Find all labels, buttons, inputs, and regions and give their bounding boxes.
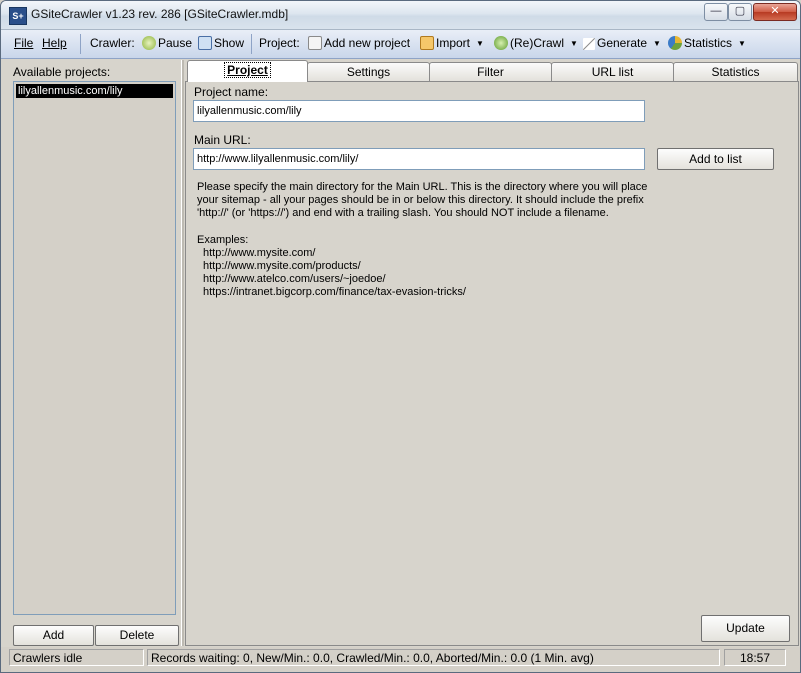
tab-project-label: Project xyxy=(224,62,271,78)
main-url-label: Main URL: xyxy=(194,133,251,147)
example-url: https://intranet.bigcorp.com/finance/tax… xyxy=(203,286,466,298)
examples-label: Examples: xyxy=(197,234,249,246)
toolbar-separator xyxy=(80,34,81,54)
add-new-project-button[interactable]: Add new project xyxy=(308,36,410,50)
example-url: http://www.mysite.com/ xyxy=(203,247,316,259)
generate-icon xyxy=(583,38,595,50)
show-button[interactable]: Show xyxy=(198,36,244,50)
available-projects-label: Available projects: xyxy=(13,65,111,79)
help-text: Please specify the main directory for th… xyxy=(197,181,661,220)
list-item[interactable]: lilyallenmusic.com/lily xyxy=(16,84,173,98)
project-name-label: Project name: xyxy=(194,85,269,99)
records-status: Records waiting: 0, New/Min.: 0.0, Crawl… xyxy=(147,649,720,666)
pie-chart-icon xyxy=(668,36,682,50)
examples-block: Examples: http://www.mysite.com/ http://… xyxy=(197,234,466,299)
tab-url-list[interactable]: URL list xyxy=(551,62,674,81)
crawler-label: Crawler: xyxy=(90,36,135,50)
tab-settings[interactable]: Settings xyxy=(307,62,430,81)
recrawl-label: (Re)Crawl xyxy=(510,36,564,50)
generate-button[interactable]: Generate ▼ xyxy=(583,36,661,50)
window-title: GSiteCrawler v1.23 rev. 286 [GSiteCrawle… xyxy=(31,7,289,21)
clock: 18:57 xyxy=(724,649,786,666)
project-label: Project: xyxy=(259,36,300,50)
add-to-list-button[interactable]: Add to list xyxy=(657,148,774,170)
pause-icon xyxy=(142,36,156,50)
crawl-icon xyxy=(494,36,508,50)
statistics-label: Statistics xyxy=(684,36,733,50)
chevron-down-icon[interactable]: ▼ xyxy=(476,39,484,48)
menu-help[interactable]: Help xyxy=(42,36,67,50)
chevron-down-icon[interactable]: ▼ xyxy=(570,39,578,48)
show-label: Show xyxy=(214,36,245,50)
crawler-status: Crawlers idle xyxy=(9,649,144,666)
status-bar: Crawlers idle Records waiting: 0, New/Mi… xyxy=(1,647,800,672)
tab-filter[interactable]: Filter xyxy=(429,62,552,81)
help-paragraph: Please specify the main directory for th… xyxy=(197,181,648,219)
menu-file-label: File xyxy=(14,36,34,50)
pause-label: Pause xyxy=(158,36,193,50)
minimize-button[interactable]: — xyxy=(704,3,728,21)
project-name-field[interactable]: lilyallenmusic.com/lily xyxy=(193,100,645,122)
chevron-down-icon[interactable]: ▼ xyxy=(653,39,661,48)
app-window: S+ GSiteCrawler v1.23 rev. 286 [GSiteCra… xyxy=(0,0,801,673)
project-list[interactable]: lilyallenmusic.com/lily xyxy=(13,81,176,615)
tab-project[interactable]: Project xyxy=(187,60,308,82)
main-url-field[interactable]: http://www.lilyallenmusic.com/lily/ xyxy=(193,148,645,170)
menu-file[interactable]: File xyxy=(14,36,33,50)
close-button[interactable]: ✕ xyxy=(753,3,797,21)
magnifier-icon xyxy=(198,36,212,50)
example-url: http://www.atelco.com/users/~joedoe/ xyxy=(203,273,386,285)
menu-toolbar: File Help Crawler: Pause Show Project: A… xyxy=(1,30,800,59)
add-project-button[interactable]: Add xyxy=(13,625,94,646)
panel-splitter[interactable] xyxy=(181,60,184,646)
generate-label: Generate xyxy=(597,36,648,50)
import-label: Import xyxy=(436,36,471,50)
example-url: http://www.mysite.com/products/ xyxy=(203,260,361,272)
recrawl-button[interactable]: (Re)Crawl ▼ xyxy=(494,36,578,50)
menu-help-label: Help xyxy=(42,36,67,50)
tab-strip: Project Settings Filter URL list Statist… xyxy=(185,60,800,82)
tab-statistics[interactable]: Statistics xyxy=(673,62,798,81)
add-new-project-label: Add new project xyxy=(324,36,411,50)
import-icon xyxy=(420,36,434,50)
import-button[interactable]: Import ▼ xyxy=(420,36,484,50)
delete-project-button[interactable]: Delete xyxy=(95,625,179,646)
statistics-button[interactable]: Statistics ▼ xyxy=(668,36,746,50)
title-bar[interactable]: S+ GSiteCrawler v1.23 rev. 286 [GSiteCra… xyxy=(1,1,800,30)
update-button[interactable]: Update xyxy=(701,615,790,642)
add-project-icon xyxy=(308,36,322,50)
app-icon[interactable]: S+ xyxy=(9,7,27,25)
toolbar-separator xyxy=(251,34,252,54)
pause-button[interactable]: Pause xyxy=(142,36,192,50)
maximize-button[interactable]: ▢ xyxy=(728,3,752,21)
chevron-down-icon[interactable]: ▼ xyxy=(738,39,746,48)
